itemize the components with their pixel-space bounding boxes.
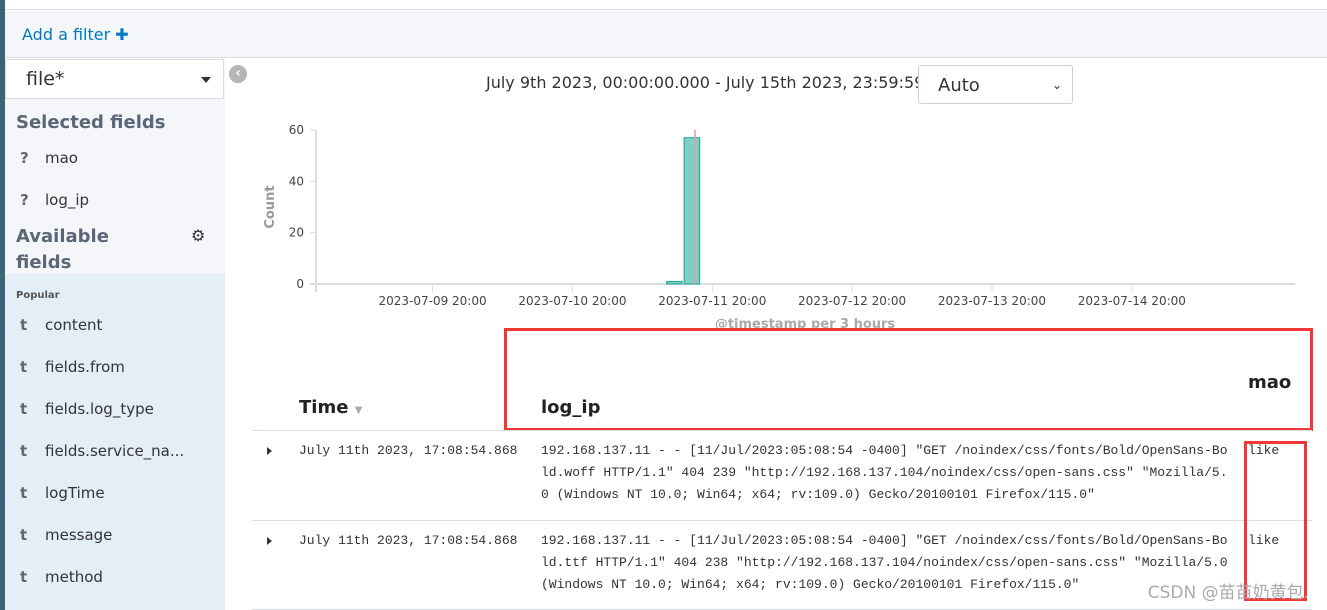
column-label: Time xyxy=(299,397,349,418)
field-name: message xyxy=(45,526,113,544)
watermark: CSDN @苗苗奶黄包. xyxy=(1147,583,1309,603)
field-type: t xyxy=(20,442,28,460)
available-field[interactable]: t message xyxy=(5,514,225,556)
available-field[interactable]: t fields.from xyxy=(5,346,225,388)
column-header-time[interactable]: Time ▼ xyxy=(299,397,362,418)
available-field[interactable]: t logTime xyxy=(5,472,225,514)
field-type: t xyxy=(20,568,28,586)
column-header-mao[interactable]: mao xyxy=(1248,372,1291,393)
histogram-bar xyxy=(666,280,683,285)
log-ip-cell: 192.168.137.11 - - [11/Jul/2023:05:08:54… xyxy=(541,533,1228,592)
field-name: logTime xyxy=(45,484,105,502)
field-type: t xyxy=(20,358,28,376)
expand-row-icon[interactable] xyxy=(267,447,272,455)
x-tick-label: 2023-07-14 20:00 xyxy=(1078,294,1186,308)
histogram-bar xyxy=(683,137,701,285)
available-field[interactable]: t fields.log_type xyxy=(5,388,225,430)
annotation-box xyxy=(504,328,1313,431)
table-row[interactable]: July 11th 2023, 17:08:54.868 192.168.137… xyxy=(252,430,1312,520)
available-field[interactable]: t fields.service_na... xyxy=(5,430,225,472)
y-tick-label: 20 xyxy=(289,226,304,240)
x-tick-label: 2023-07-11 20:00 xyxy=(658,294,766,308)
expand-row-icon[interactable] xyxy=(267,537,272,545)
x-tick-label: 2023-07-10 20:00 xyxy=(518,294,626,308)
available-field[interactable]: t method xyxy=(5,556,225,598)
x-tick-label: 2023-07-12 20:00 xyxy=(798,294,906,308)
field-type: t xyxy=(20,484,28,502)
field-name: fields.service_na... xyxy=(45,442,185,460)
field-type: t xyxy=(20,526,28,544)
y-tick-label: 60 xyxy=(289,123,304,137)
log-ip-cell: 192.168.137.11 - - [11/Jul/2023:05:08:54… xyxy=(541,443,1228,502)
annotation-box xyxy=(1244,441,1307,601)
y-tick-label: 0 xyxy=(296,277,304,291)
sort-down-icon[interactable]: ▼ xyxy=(355,405,363,416)
x-tick-label: 2023-07-09 20:00 xyxy=(378,294,486,308)
column-header-log-ip[interactable]: log_ip xyxy=(541,397,600,418)
histogram-chart[interactable]: 0 20 40 60 2023-07-09 20:00 2023-07-10 20:00 2… xyxy=(0,0,1327,340)
y-axis-label: Count xyxy=(263,185,278,228)
field-name: method xyxy=(45,568,103,586)
y-tick-label: 40 xyxy=(289,174,304,188)
field-name: fields.log_type xyxy=(45,400,154,418)
field-name: fields.from xyxy=(45,358,125,376)
time-cell: July 11th 2023, 17:08:54.868 xyxy=(299,443,518,458)
x-tick-label: 2023-07-13 20:00 xyxy=(938,294,1046,308)
field-type: t xyxy=(20,400,28,418)
time-cell: July 11th 2023, 17:08:54.868 xyxy=(299,533,518,548)
